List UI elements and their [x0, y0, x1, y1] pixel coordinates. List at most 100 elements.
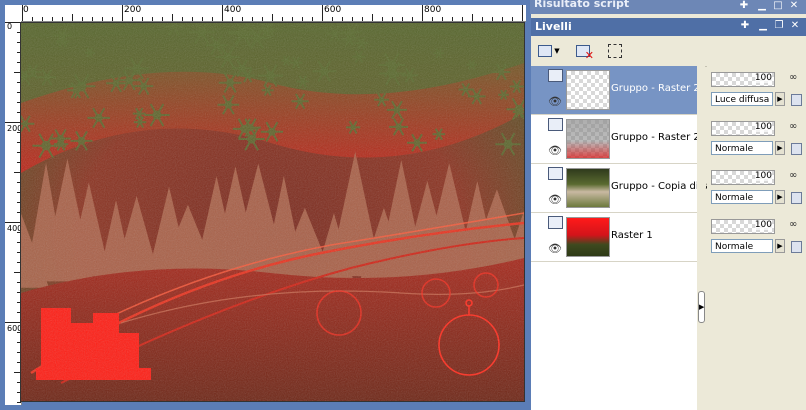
visibility-eye-icon[interactable]: 👁 — [548, 144, 562, 157]
lock-icon[interactable] — [791, 143, 802, 155]
ruler-tick — [132, 17, 133, 21]
layer-row[interactable]: 👁 Gruppo - Raster 2 — [531, 66, 700, 115]
blend-mode-select[interactable]: Luce diffusa — [711, 92, 773, 106]
ruler-tick — [282, 17, 283, 21]
blend-mode-select[interactable]: Normale — [711, 141, 773, 155]
layers-titlebar: Livelli ✚ ▁ ❐ ✕ — [531, 18, 806, 36]
ruler-tick — [522, 5, 523, 21]
ruler-tick — [72, 14, 73, 21]
splitter-grip-icon[interactable]: ▶ — [698, 291, 705, 323]
ruler-tick — [312, 17, 313, 21]
opacity-slider[interactable]: 100 — [711, 72, 775, 87]
ruler-label: 600 — [7, 324, 22, 333]
ruler-tick — [192, 17, 193, 21]
minimize-icon[interactable]: ▁ — [757, 20, 769, 32]
pin-icon[interactable]: ✚ — [738, 0, 750, 12]
blend-mode-select[interactable]: Normale — [711, 239, 773, 253]
ruler-tick — [292, 17, 293, 21]
horizontal-ruler: 0 200 400 600 800 — [20, 5, 526, 22]
link-icon[interactable]: ∞ — [789, 170, 801, 182]
panel-splitter[interactable]: ▶ — [697, 66, 705, 410]
edit-selection-icon — [608, 44, 622, 58]
ruler-tick — [222, 5, 223, 21]
script-panel-title: Risultato script — [534, 0, 630, 10]
new-layer-button[interactable]: ▼ — [535, 41, 563, 61]
opacity-value: 100 — [754, 171, 772, 181]
blend-mode-arrow-icon[interactable]: ▶ — [775, 239, 785, 253]
layer-thumbnail — [566, 168, 610, 208]
ruler-tick — [402, 17, 403, 21]
layer-row[interactable]: 👁 Gruppo - Copia diRas — [531, 164, 717, 213]
ruler-tick — [392, 17, 393, 21]
ruler-tick — [42, 17, 43, 21]
pin-icon[interactable]: ✚ — [739, 20, 751, 32]
ruler-tick — [82, 17, 83, 21]
ruler-tick — [362, 17, 363, 21]
lock-icon[interactable] — [791, 241, 802, 253]
ruler-tick — [272, 14, 273, 21]
ruler-tick — [172, 14, 173, 21]
ruler-tick — [52, 17, 53, 21]
restore-icon[interactable]: ❐ — [773, 20, 785, 32]
layer-properties: 100 ∞ Luce diffusa ▶ — [711, 66, 806, 114]
ruler-tick — [5, 122, 21, 123]
close-icon[interactable]: ✕ — [789, 20, 801, 32]
blend-mode-select[interactable]: Normale — [711, 190, 773, 204]
close-icon[interactable]: ✕ — [788, 0, 800, 12]
ruler-tick — [152, 17, 153, 21]
ruler-tick — [5, 22, 21, 23]
ruler-label: 600 — [324, 5, 342, 15]
link-icon[interactable]: ∞ — [789, 219, 801, 231]
visibility-eye-icon[interactable]: 👁 — [548, 95, 562, 108]
ruler-tick — [142, 17, 143, 21]
layers-toolbar: ▼ ✕ — [531, 36, 806, 67]
ruler-label: 0 — [23, 5, 29, 15]
minimize-icon[interactable]: ▁ — [756, 0, 768, 12]
ruler-tick — [412, 17, 413, 21]
delete-layer-icon: ✕ — [576, 45, 594, 62]
maximize-icon[interactable]: □ — [772, 0, 784, 12]
visibility-eye-icon[interactable]: 👁 — [548, 242, 562, 255]
ruler-tick — [332, 17, 333, 21]
layer-properties: 100 ∞ Normale ▶ — [711, 164, 806, 212]
ruler-tick — [162, 17, 163, 21]
blend-mode-arrow-icon[interactable]: ▶ — [775, 92, 785, 106]
delete-layer-button[interactable]: ✕ — [573, 41, 594, 62]
layer-row[interactable]: 👁 Raster 1 — [531, 213, 697, 262]
layers-panel-title: Livelli — [535, 20, 572, 33]
ruler-tick — [182, 17, 183, 21]
layer-type-icon — [548, 216, 563, 229]
ruler-label: 200 — [7, 124, 22, 133]
ruler-tick — [352, 17, 353, 21]
layer-list: 👁 Gruppo - Raster 2 👁 Gruppo - Raster 2 … — [531, 66, 717, 410]
ruler-tick — [342, 17, 343, 21]
image-canvas[interactable] — [20, 22, 525, 402]
opacity-slider[interactable]: 100 — [711, 170, 775, 185]
new-layer-icon — [538, 45, 553, 57]
opacity-value: 100 — [754, 122, 772, 132]
ruler-tick — [502, 17, 503, 21]
blend-mode-arrow-icon[interactable]: ▶ — [775, 190, 785, 204]
opacity-slider[interactable]: 100 — [711, 121, 775, 136]
layer-type-icon — [548, 69, 563, 82]
ruler-tick — [5, 222, 21, 223]
edit-selection-button[interactable] — [605, 41, 625, 61]
blend-mode-arrow-icon[interactable]: ▶ — [775, 141, 785, 155]
ruler-tick — [62, 17, 63, 21]
layer-name: Gruppo - Raster 2 — [611, 132, 700, 143]
ruler-label: 400 — [7, 224, 22, 233]
lock-icon[interactable] — [791, 192, 802, 204]
link-icon[interactable]: ∞ — [789, 72, 801, 84]
ruler-tick — [252, 17, 253, 21]
ruler-tick — [452, 17, 453, 21]
opacity-value: 100 — [754, 73, 772, 83]
visibility-eye-icon[interactable]: 👁 — [548, 193, 562, 206]
lock-icon[interactable] — [791, 94, 802, 106]
layer-row[interactable]: 👁 Gruppo - Raster 2 — [531, 115, 700, 164]
ruler-tick — [262, 17, 263, 21]
ruler-tick — [382, 17, 383, 21]
layer-name: Gruppo - Raster 2 — [611, 83, 700, 94]
layer-thumbnail — [566, 217, 610, 257]
link-icon[interactable]: ∞ — [789, 121, 801, 133]
opacity-slider[interactable]: 100 — [711, 219, 775, 234]
